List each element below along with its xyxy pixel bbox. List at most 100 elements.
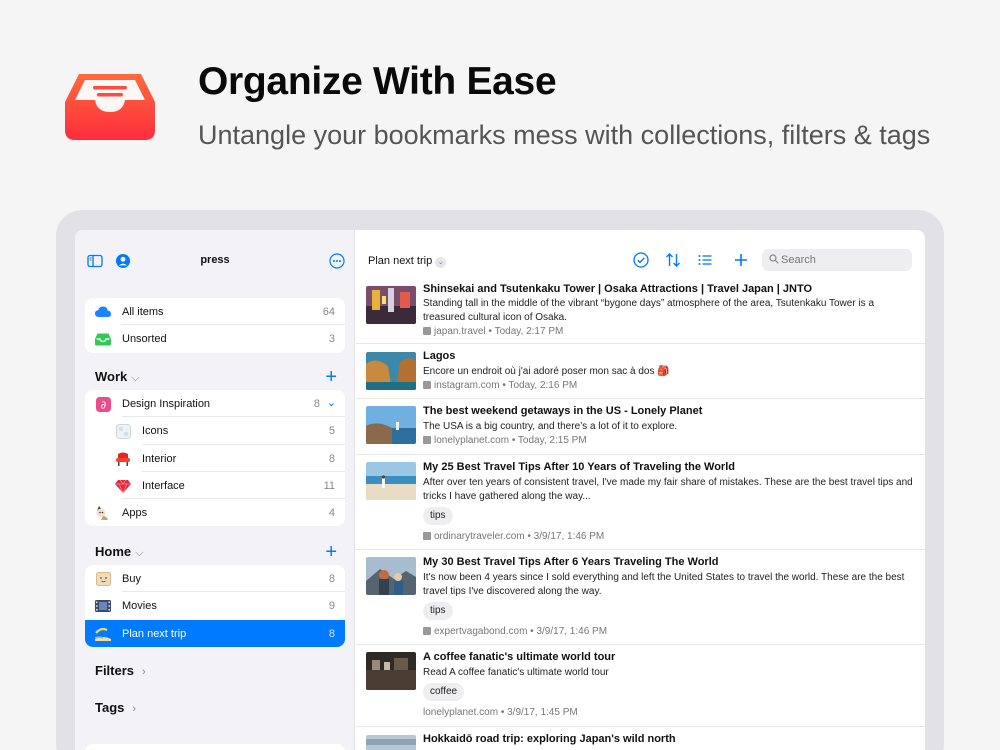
section-title: Filters — [95, 663, 135, 678]
thumbnail-image — [366, 286, 416, 324]
section-header-tags[interactable]: Tags › — [95, 700, 136, 715]
thumbnail-image — [366, 352, 416, 390]
chevron-down-icon: ⌄ — [435, 257, 447, 268]
toolbar: Plan next trip ⌄ — [356, 230, 925, 286]
sidebar-item-label: Interior — [142, 452, 177, 465]
bookmark-title: Shinsekai and Tsutenkaku Tower | Osaka A… — [423, 283, 813, 295]
list-item[interactable]: Lagos Encore un endroit où j'ai adoré po… — [356, 344, 925, 399]
collection-title: Plan next trip — [368, 255, 433, 267]
section-title: Home — [95, 544, 132, 559]
list-item[interactable]: The best weekend getaways in the US - Lo… — [356, 399, 925, 455]
sidebar-item-count: 8 — [328, 573, 335, 585]
sidebar-item-interface[interactable]: Interface 11 — [85, 472, 345, 500]
sidebar-item-label: Interface — [142, 479, 185, 492]
chevron-down-icon[interactable]: ⌄ — [327, 396, 336, 409]
view-list-icon[interactable] — [696, 251, 714, 269]
sidebar-item-unsorted[interactable]: Unsorted 3 — [85, 325, 345, 352]
sidebar-item-count: 3 — [328, 333, 335, 346]
tag-chip[interactable]: tips — [423, 507, 453, 525]
sidebar-item-label: Plan next trip — [122, 627, 187, 640]
list-item[interactable]: Hokkaidō road trip: exploring Japan's wi… — [356, 727, 925, 750]
bookmark-excerpt: Encore un endroit où j'ai adoré poser mo… — [423, 366, 670, 377]
link-icon — [423, 532, 431, 540]
section-title: Tags — [95, 700, 125, 715]
sidebar-item-count: 4 — [328, 507, 335, 520]
sidebar-item-plan-next-trip[interactable]: Plan next trip 8 — [85, 619, 345, 647]
bookmark-excerpt: After over ten years of consistent trave… — [423, 477, 913, 502]
link-icon — [423, 327, 431, 335]
bookmark-source: ordinarytraveler.com • 3/9/17, 1:46 PM — [434, 531, 605, 542]
section-header-work[interactable]: Work ⌵ — [95, 369, 140, 385]
bookmark-source: lonelyplanet.com • 3/9/17, 1:45 PM — [423, 707, 578, 718]
chevron-right-icon: › — [142, 666, 146, 678]
thumbnail-image — [366, 735, 416, 750]
select-checkmark-icon[interactable] — [632, 251, 650, 269]
sidebar-item-design-inspiration[interactable]: ∂ Design Inspiration 8 ⌄ — [85, 390, 345, 418]
sidebar-item-count: 8 — [328, 452, 335, 465]
work-collections: ∂ Design Inspiration 8 ⌄ Icons 5 Interio… — [85, 390, 345, 527]
film-icon — [95, 598, 111, 614]
sidebar-item-label: Icons — [142, 425, 169, 438]
cloud-icon — [95, 304, 111, 320]
collection-title-button[interactable]: Plan next trip ⌄ — [368, 255, 447, 268]
bookmark-meta: ordinarytraveler.com • 3/9/17, 1:46 PM — [423, 531, 604, 542]
list-item[interactable]: My 30 Best Travel Tips After 6 Years Tra… — [356, 550, 925, 645]
sort-icon[interactable] — [664, 251, 682, 269]
sidebar-item-apps[interactable]: Apps 4 — [85, 499, 345, 526]
sidebar-item-count: 5 — [328, 425, 335, 438]
bookmark-excerpt: Standing tall in the middle of the vibra… — [423, 298, 875, 323]
sidebar-item-label: Apps — [122, 507, 148, 520]
box-icon — [95, 571, 111, 587]
sidebar-item-buy[interactable]: Buy 8 — [85, 565, 345, 593]
sidebar-item-count: 64 — [322, 306, 335, 318]
bookmark-title: Hokkaidō road trip: exploring Japan's wi… — [423, 733, 676, 745]
search-input[interactable] — [781, 252, 906, 268]
more-icon[interactable] — [329, 253, 345, 269]
bookmark-title: My 25 Best Travel Tips After 10 Years of… — [423, 461, 735, 473]
bookmark-list-pane: Plan next trip ⌄ Search Shinsekai and Ts… — [356, 230, 925, 750]
thumbnail-image — [366, 652, 416, 690]
sidebar-item-label: Unsorted — [122, 333, 167, 346]
sidebar-item-label: Buy — [122, 573, 141, 585]
list-item[interactable]: Shinsekai and Tsutenkaku Tower | Osaka A… — [356, 281, 925, 344]
gem-icon — [115, 478, 131, 494]
bookmark-excerpt: The USA is a big country, and there’s a … — [423, 421, 678, 432]
sidebar-item-count: 8 — [313, 398, 320, 410]
add-collection-button[interactable]: + — [325, 542, 337, 562]
section-title: Work — [95, 369, 128, 384]
sidebar-item-label: Design Inspiration — [122, 398, 211, 410]
hero-subtitle: Untangle your bookmarks mess with collec… — [198, 120, 931, 150]
bookmark-title: Lagos — [423, 350, 456, 362]
section-header-home[interactable]: Home ⌵ — [95, 544, 143, 560]
sidebar: press All items 64 Unsorted 3 Work ⌵ + ∂… — [75, 230, 355, 750]
home-collections: Buy 8 Movies 9 Plan next trip 8 — [85, 565, 345, 647]
sidebar-item-interior[interactable]: Interior 8 — [85, 445, 345, 472]
dribbble-icon: ∂ — [95, 396, 111, 412]
bookmark-title: My 30 Best Travel Tips After 6 Years Tra… — [423, 556, 719, 568]
bookmark-excerpt: Read A coffee fanatic's ultimate world t… — [423, 667, 609, 678]
thumbnail-image — [366, 462, 416, 500]
list-item[interactable]: A coffee fanatic's ultimate world tour R… — [356, 645, 925, 727]
sidebar-item-icons[interactable]: Icons 5 — [85, 417, 345, 445]
chevron-down-icon: ⌵ — [135, 547, 144, 559]
bookmark-source: lonelyplanet.com • Today, 2:15 PM — [434, 435, 587, 446]
chevron-right-icon: › — [132, 703, 137, 715]
search-field[interactable] — [762, 249, 912, 271]
sidebar-item-all-items[interactable]: All items 64 — [85, 298, 345, 326]
tag-chip[interactable]: coffee — [423, 683, 465, 701]
bookmark-meta: expertvagabond.com • 3/9/17, 1:46 PM — [423, 626, 607, 637]
add-bookmark-icon[interactable] — [732, 251, 750, 269]
icons-icon — [115, 423, 131, 439]
list-item[interactable]: My 25 Best Travel Tips After 10 Years of… — [356, 455, 925, 550]
image-icon — [423, 381, 431, 389]
bookmark-title: The best weekend getaways in the US - Lo… — [423, 405, 703, 417]
bookmark-meta: japan.travel • Today, 2:17 PM — [423, 326, 563, 337]
sidebar-item-movies[interactable]: Movies 9 — [85, 592, 345, 619]
sidebar-item-label: All items — [122, 306, 164, 318]
add-collection-button[interactable]: + — [325, 367, 337, 387]
section-header-filters[interactable]: Filters › — [95, 663, 146, 678]
beach-icon — [95, 626, 111, 642]
sidebar-next-group — [85, 744, 345, 750]
tag-chip[interactable]: tips — [423, 602, 453, 620]
thumbnail-image — [366, 557, 416, 595]
